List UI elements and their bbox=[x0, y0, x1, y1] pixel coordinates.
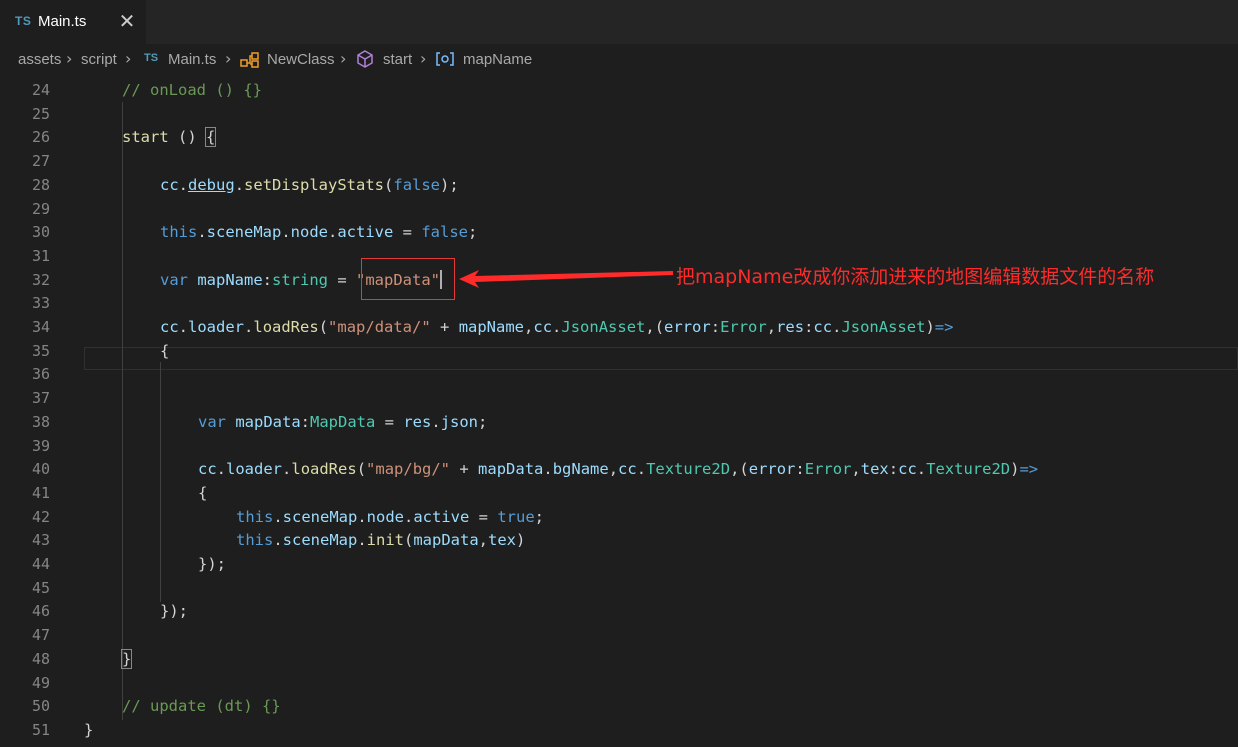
line-number: 32 bbox=[31, 270, 50, 289]
line-number: 29 bbox=[31, 199, 50, 218]
code-editor[interactable]: 24 25 26 27 28 29 30 31 32 33 34 35 36 3… bbox=[0, 78, 1238, 747]
breadcrumb-item-assets[interactable]: assets bbox=[18, 51, 61, 68]
indent-guide bbox=[122, 102, 123, 720]
breadcrumb: assets › script › TS Main.ts › NewClass … bbox=[0, 44, 1238, 74]
breadcrumb-item-newclass[interactable]: NewClass bbox=[267, 51, 335, 68]
current-line-highlight bbox=[84, 347, 1238, 370]
line-number: 38 bbox=[31, 412, 50, 431]
close-icon[interactable]: ✕ bbox=[116, 8, 138, 34]
typescript-icon: TS bbox=[15, 14, 32, 28]
line-number: 34 bbox=[31, 318, 50, 336]
code-line-46: }); bbox=[160, 602, 188, 621]
line-number: 33 bbox=[31, 294, 50, 313]
line-number: 45 bbox=[31, 578, 50, 597]
indent-guide bbox=[160, 362, 161, 602]
tab-title: Main.ts bbox=[38, 13, 87, 30]
line-number: 28 bbox=[31, 175, 50, 194]
chevron-right-icon: › bbox=[66, 49, 73, 68]
code-line-30: this.sceneMap.node.active = false; bbox=[160, 223, 478, 242]
code-line-28: cc.debug.setDisplayStats(false); bbox=[160, 175, 459, 194]
line-number: 24 bbox=[31, 81, 50, 99]
code-line-48: } bbox=[120, 648, 133, 669]
line-number: 31 bbox=[31, 246, 50, 265]
typescript-icon: TS bbox=[144, 52, 159, 64]
code-line-40: cc.loader.loadRes("map/bg/" + mapData.bg… bbox=[198, 460, 1039, 479]
chevron-right-icon: › bbox=[225, 49, 232, 68]
line-number: 39 bbox=[31, 436, 50, 455]
annotation-text: 把mapName改成你添加进来的地图编辑数据文件的名称 bbox=[676, 266, 1155, 288]
breadcrumb-item-mapname[interactable]: mapName bbox=[463, 51, 532, 68]
line-number: 30 bbox=[31, 223, 50, 242]
line-number: 42 bbox=[31, 507, 50, 526]
line-number: 36 bbox=[31, 365, 50, 384]
line-number: 35 bbox=[31, 341, 50, 360]
code-line-42: this.sceneMap.node.active = true; bbox=[236, 507, 545, 526]
code-line-50: // update (dt) {} bbox=[122, 697, 281, 716]
line-number: 47 bbox=[31, 626, 50, 645]
line-number: 26 bbox=[31, 128, 50, 147]
breadcrumb-item-script[interactable]: script bbox=[81, 51, 117, 68]
line-number: 43 bbox=[31, 531, 50, 550]
code-line-35: { bbox=[160, 341, 170, 360]
line-number: 41 bbox=[31, 483, 50, 502]
field-icon bbox=[435, 52, 455, 70]
code-line-43: this.sceneMap.init(mapData,tex) bbox=[236, 531, 526, 550]
line-number: 49 bbox=[31, 673, 50, 692]
line-number: 50 bbox=[31, 697, 50, 716]
code-line-44: }); bbox=[198, 555, 226, 573]
line-number: 51 bbox=[31, 720, 50, 739]
chevron-right-icon: › bbox=[125, 49, 132, 68]
line-number: 48 bbox=[31, 649, 50, 668]
code-line-34: cc.loader.loadRes("map/data/" + mapName,… bbox=[160, 318, 954, 336]
line-number: 27 bbox=[31, 152, 50, 171]
line-number: 37 bbox=[31, 389, 50, 408]
breadcrumb-item-start[interactable]: start bbox=[383, 51, 412, 68]
tab-bar: TS Main.ts ✕ bbox=[0, 0, 1238, 44]
line-number: 46 bbox=[31, 602, 50, 621]
tab-main-ts[interactable]: TS Main.ts ✕ bbox=[0, 0, 146, 44]
class-icon bbox=[240, 52, 260, 72]
method-icon bbox=[356, 50, 374, 72]
line-number: 44 bbox=[31, 555, 50, 573]
code-line-51: } bbox=[84, 720, 94, 739]
text-cursor bbox=[440, 270, 442, 289]
annotation-arrow-icon bbox=[459, 270, 673, 288]
chevron-right-icon: › bbox=[420, 49, 427, 68]
breadcrumb-item-main-ts[interactable]: Main.ts bbox=[168, 51, 216, 68]
code-line-24: // onLoad () {} bbox=[122, 81, 262, 99]
chevron-right-icon: › bbox=[340, 49, 347, 68]
line-number: 25 bbox=[31, 104, 50, 123]
line-number: 40 bbox=[31, 460, 50, 479]
code-line-26: start () { bbox=[122, 127, 217, 148]
code-line-38: var mapData:MapData = res.json; bbox=[198, 412, 488, 431]
code-line-41: { bbox=[198, 483, 208, 502]
